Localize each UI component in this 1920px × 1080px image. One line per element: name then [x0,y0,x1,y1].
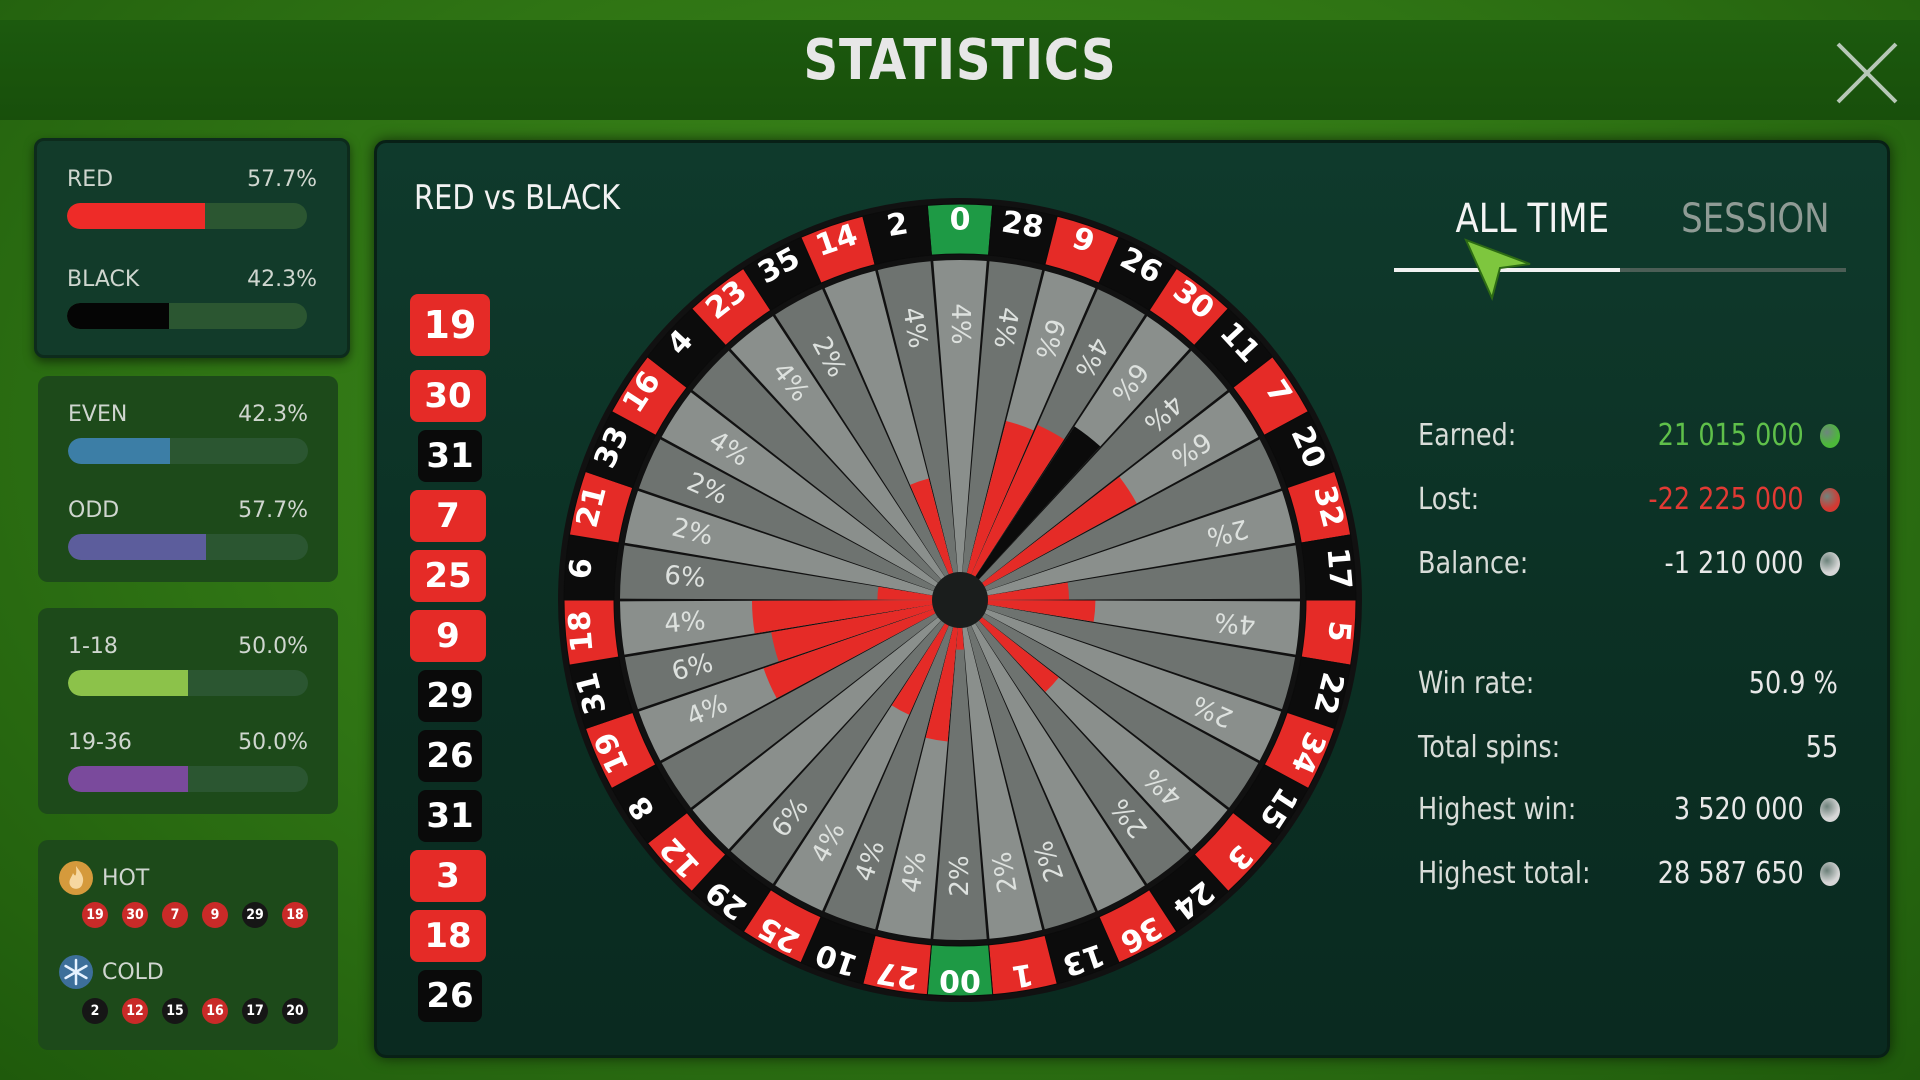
number-chip: 2 [82,998,108,1024]
number-chip: 20 [282,998,308,1024]
tab-session[interactable]: SESSION [1681,196,1829,242]
stat-label: Total spins: [1418,730,1561,765]
cursor-arrow-icon [1464,238,1531,301]
stat-value: -22 225 000 [1648,482,1804,517]
even-bar-fill [68,438,170,464]
close-button[interactable] [1832,38,1902,108]
coin-icon [1820,552,1840,576]
number-chip: 9 [202,902,228,928]
stat-value: 55 [1805,730,1838,765]
low-half-percent: 50.0% [238,634,308,659]
history-number: 31 [418,430,482,482]
black-bar [67,303,307,329]
high-half-percent: 50.0% [238,730,308,755]
even-label: EVEN [68,402,128,427]
stat-label: Highest win: [1418,792,1577,827]
pocket-percent: 4% [945,303,975,344]
low-half-label: 1-18 [68,634,118,659]
odd-label: ODD [68,498,120,523]
number-chip: 18 [282,902,308,928]
number-chip: 15 [162,998,188,1024]
high-half-label: 19-36 [68,730,132,755]
black-bar-fill [67,303,169,329]
history-number: 31 [418,790,482,842]
wheel-hub [932,572,988,628]
halves-panel: 1-18 50.0% 19-36 50.0% [38,608,338,814]
even-odd-panel: EVEN 42.3% ODD 57.7% [38,376,338,582]
stat-label: Lost: [1418,482,1480,517]
pocket-percent: 4% [663,606,707,639]
hot-label: HOT [102,866,150,891]
number-chip: 12 [122,998,148,1024]
odd-percent: 57.7% [238,498,308,523]
number-chip: 29 [242,902,268,928]
pocket-number: 6 [563,557,600,581]
history-number: 26 [418,970,482,1022]
cold-label: COLD [102,960,164,985]
pocket-number: 27 [874,954,921,995]
coin-icon [1820,798,1840,822]
stat-value: -1 210 000 [1665,546,1804,581]
history-number: 25 [410,550,486,602]
history-number: 9 [410,610,486,662]
black-label: BLACK [67,267,140,292]
black-percent: 42.3% [247,267,317,292]
pocket-percent: 2% [945,855,975,896]
history-number: 18 [410,910,486,962]
red-black-panel: RED 57.7% BLACK 42.3% [34,138,350,358]
stat-label: Highest total: [1418,856,1591,891]
low-half-bar-fill [68,670,188,696]
pocket-number: 5 [1320,620,1357,644]
stat-label: Earned: [1418,418,1517,453]
history-number: 30 [410,370,486,422]
close-icon [1836,42,1898,104]
tab-inactive-underline [1620,268,1846,272]
stat-value: 21 015 000 [1657,418,1804,453]
red-percent: 57.7% [247,167,317,192]
pocket-percent: 4% [1213,606,1257,639]
history-number: 7 [410,490,486,542]
red-bar [67,203,307,229]
number-chip: 30 [122,902,148,928]
stat-label: Win rate: [1418,666,1535,701]
pocket-number: 0 [950,203,971,238]
coin-icon [1820,488,1840,512]
low-half-bar [68,670,308,696]
hot-cold-panel: HOT 19 30 7 9 29 18 COLD 2 12 15 16 17 20 [38,840,338,1050]
page-title: STATISTICS [803,28,1117,93]
stat-value: 50.9 % [1748,666,1838,701]
history-number: 19 [410,294,490,356]
even-bar [68,438,308,464]
red-bar-fill [67,203,206,229]
stat-value: 28 587 650 [1657,856,1804,891]
pocket-number: 00 [939,963,981,998]
history-number: 3 [410,850,486,902]
coin-icon [1820,424,1840,448]
history-number: 26 [418,730,482,782]
pocket-number: 18 [562,609,600,653]
number-chip: 19 [82,902,108,928]
high-half-bar [68,766,308,792]
red-label: RED [67,167,114,192]
pocket-number: 17 [1320,546,1358,590]
stat-label: Balance: [1418,546,1529,581]
stat-value: 3 520 000 [1674,792,1804,827]
history-number: 29 [418,670,482,722]
odd-bar-fill [68,534,207,560]
even-percent: 42.3% [238,402,308,427]
odd-bar [68,534,308,560]
flame-icon [59,861,93,895]
pocket-number: 28 [999,204,1046,245]
number-chip: 17 [242,998,268,1024]
pocket-percent: 6% [663,561,707,594]
coin-icon [1820,862,1840,886]
snowflake-icon [59,955,93,989]
number-chip: 7 [162,902,188,928]
number-chip: 16 [202,998,228,1024]
high-half-bar-fill [68,766,188,792]
roulette-wheel: 04%284%96%264%306%114% 76% 20322%1754%2234… [558,198,1362,1002]
